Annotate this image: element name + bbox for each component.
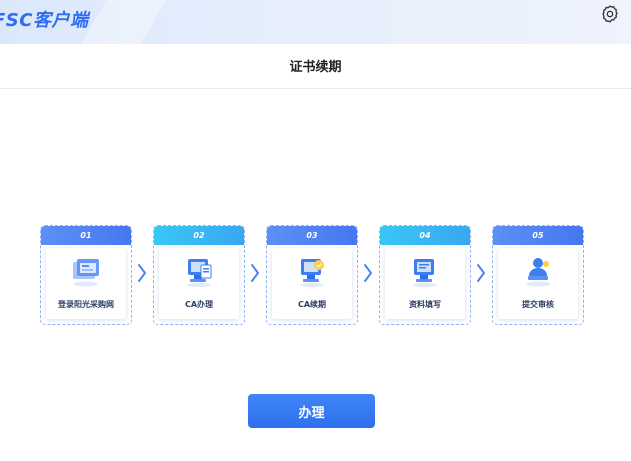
page-header: 证书续期 — [0, 44, 631, 89]
process-button[interactable]: 办理 — [248, 394, 375, 428]
step-card-body: 提交审核 — [498, 248, 578, 319]
step-card-ca-apply[interactable]: 02 CA办理 — [153, 225, 245, 325]
step-label: 资料填写 — [409, 300, 441, 309]
monitor-form-icon — [413, 259, 437, 287]
step-card-body: 登录阳光采购网 — [46, 248, 126, 319]
page-title: 证书续期 — [289, 60, 342, 75]
step-card-fill-info[interactable]: 04 资料填写 — [379, 225, 471, 325]
step-card-login[interactable]: 01 登录阳光采购网 — [40, 225, 132, 325]
step-label: 提交审核 — [522, 300, 554, 309]
chevron-right-icon — [477, 264, 485, 282]
chevron-right-icon — [138, 264, 146, 282]
step-label: CA办理 — [184, 300, 214, 309]
step-card-submit-review[interactable]: 05 提交审核 — [492, 225, 584, 325]
step-card-ca-renew[interactable]: 03 CA续期 — [266, 225, 358, 325]
chevron-right-icon — [364, 264, 372, 282]
step-label: 登录阳光采购网 — [58, 300, 114, 309]
step-number: 01 — [41, 226, 131, 245]
step-card-body: CA办理 — [159, 248, 239, 319]
user-submit-icon — [526, 258, 550, 287]
step-number: 03 — [267, 226, 357, 245]
step-card-body: 资料填写 — [385, 248, 465, 319]
gear-icon[interactable] — [600, 4, 620, 24]
title-bar: FSC客户端 — [0, 0, 631, 44]
monitor-window-icon — [73, 259, 99, 287]
step-label: CA续期 — [297, 300, 327, 309]
step-number: 02 — [154, 226, 244, 245]
step-number: 04 — [380, 226, 470, 245]
step-card-body: CA续期 — [272, 248, 352, 319]
monitor-document-icon — [187, 259, 212, 287]
app-title: FSC客户端 — [0, 10, 89, 31]
step-number: 05 — [493, 226, 583, 245]
monitor-certificate-icon — [300, 259, 324, 287]
chevron-right-icon — [251, 264, 259, 282]
